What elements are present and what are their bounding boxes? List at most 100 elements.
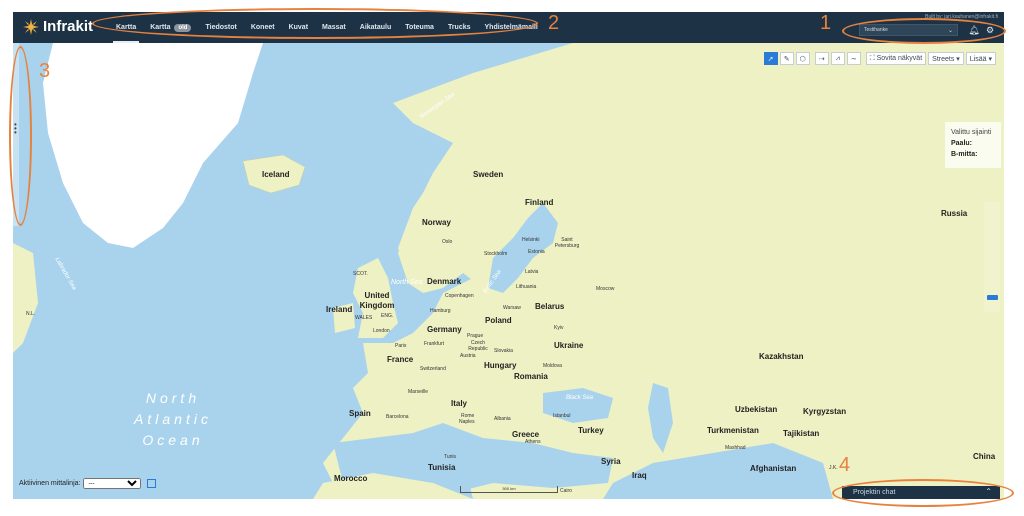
fit-view-button[interactable]: ⛶ Sovita näkyvät [865,52,927,65]
map-label-nl: N.L. [26,311,36,317]
map-label-romania: Romania [514,372,548,381]
map-city-cairo: Cairo [560,488,572,494]
map-label-england: ENG. [381,313,394,319]
pencil-icon: ✎ [783,55,790,63]
annotation-number-3: 3 [39,60,51,82]
map-label-moldova: Moldova [543,363,562,369]
map-label-ukraine: Ukraine [554,341,584,350]
active-measure-line: Aktiivinen mittalinja: --- [19,478,157,489]
map-label-greece: Greece [512,430,540,439]
map-label-estonia: Estonia [528,249,545,255]
map-label-uzbekistan: Uzbekistan [735,405,778,414]
map-label-kyrgyzstan: Kyrgyzstan [803,407,847,416]
map-label-uk: United Kingdom [359,291,395,310]
infrakit-logo-icon [23,18,39,35]
base-layer-dropdown[interactable]: Streets ▾ [928,52,964,65]
profile-button[interactable]: ⩘ [830,52,845,65]
cross-section-button[interactable]: ∼ [846,52,861,65]
map-city-moscow: Moscow [596,286,615,292]
map-label-switzerland: Switzerland [420,366,446,372]
location-title: Valittu sijainti [951,129,992,136]
draw-line-button[interactable]: ✎ [779,52,794,65]
fullscreen-icon[interactable] [147,479,157,488]
annotation-number-4: 4 [839,454,851,476]
annotation-ellipse-3 [9,46,32,226]
map-label-iceland: Iceland [262,170,290,179]
map-city-oslo: Oslo [442,239,453,245]
annotation-ellipse-2 [92,8,538,39]
map-label-turkmenistan: Turkmenistan [707,426,759,435]
map-city-mashhad: Mashhad [725,445,746,451]
map-label-kazakhstan: Kazakhstan [759,352,804,361]
map-city-london: London [373,328,390,334]
map-city-copenhagen: Copenhagen [445,293,474,299]
map-label-wales: WALES [355,315,373,321]
map-label-iraq: Iraq [632,471,647,480]
base-layer-label: Streets ▾ [932,55,960,63]
map-label-france: France [387,355,414,364]
annotation-number-1: 1 [820,12,832,34]
zoom-rail[interactable] [984,202,1000,312]
pointer-icon: ➚ [767,55,774,63]
more-dropdown[interactable]: Lisää ▾ [965,52,996,65]
map-label-germany: Germany [427,325,462,334]
map-label-hungary: Hungary [484,361,517,370]
map-city-stockholm: Stockholm [484,251,508,257]
map-label-scotland: SCOT. [353,271,368,277]
map-city-naples: Naples [459,419,475,425]
app-window: Iceland Sweden Finland Norway Russia Den… [13,12,1004,499]
map-label-ireland: Ireland [326,305,353,314]
fit-view-label: Sovita näkyvät [876,55,923,62]
map-label-finland: Finland [525,198,554,207]
map-label-tunisia: Tunisia [428,463,456,472]
wave-icon: ∼ [850,55,857,63]
map-label-poland: Poland [485,316,512,325]
map-label-sweden: Sweden [473,170,504,179]
map-label-morocco: Morocco [334,474,368,483]
draw-area-button[interactable]: ⬡ [795,52,810,65]
map-label-norway: Norway [422,218,451,227]
map-city-st-petersburg: Saint Petersburg [554,237,580,249]
map-label-czech: Czech Republic [468,340,488,352]
map-label-lithuania: Lithuania [516,284,537,290]
map-label-tajikistan: Tajikistan [783,429,820,438]
pile-label: Paalu: [951,140,973,147]
map-label-jk: J.K. [829,465,838,471]
map-city-marseille: Marseille [408,389,429,395]
map-sea-black: Black Sea [566,395,594,401]
map-label-spain: Spain [349,409,371,418]
map-city-prague: Prague [467,333,484,339]
selected-location-panel: Valittu sijainti Paalu: B-mitta: [945,122,1001,168]
map-city-istanbul: Istanbul [553,413,571,419]
map-label-austria: Austria [460,353,476,359]
more-label: Lisää ▾ [969,55,992,63]
annotation-ellipse-1 [842,18,1006,44]
map-city-tunis: Tunis [444,454,457,460]
polygon-icon: ⬡ [799,55,806,63]
profile-icon: ⩘ [835,54,840,62]
map-city-kyiv: Kyiv [554,325,564,331]
map-label-syria: Syria [601,457,621,466]
map-city-hamburg: Hamburg [430,308,451,314]
map-city-paris: Paris [395,343,407,349]
map-label-russia: Russia [941,209,968,218]
app-logo[interactable]: Infrakit [23,18,93,35]
brand-name: Infrakit [43,18,94,35]
map-label-belarus: Belarus [535,302,565,311]
measure-line-select[interactable]: --- [83,478,142,489]
map-city-barcelona: Barcelona [386,414,409,420]
measure-line-button[interactable]: ⇢ [814,52,829,65]
map-label-slovakia: Slovakia [494,348,513,354]
b-measure-label: B-mitta: [951,151,978,158]
map-canvas[interactable]: Iceland Sweden Finland Norway Russia Den… [13,43,1004,499]
zoom-slider-knob[interactable] [987,295,998,300]
map-city-helsinki: Helsinki [522,237,540,243]
annotation-number-2: 2 [548,12,560,34]
map-city-frankfurt: Frankfurt [424,341,445,347]
map-sea-north-atlantic: North Atlantic Ocean [134,390,212,448]
measure-line-label: Aktiivinen mittalinja: [19,480,81,487]
select-tool-button[interactable]: ➚ [763,52,778,65]
map-scale-bar: 500 km [460,486,558,493]
map-label-albania: Albania [494,416,511,422]
annotation-ellipse-4 [832,479,1014,507]
